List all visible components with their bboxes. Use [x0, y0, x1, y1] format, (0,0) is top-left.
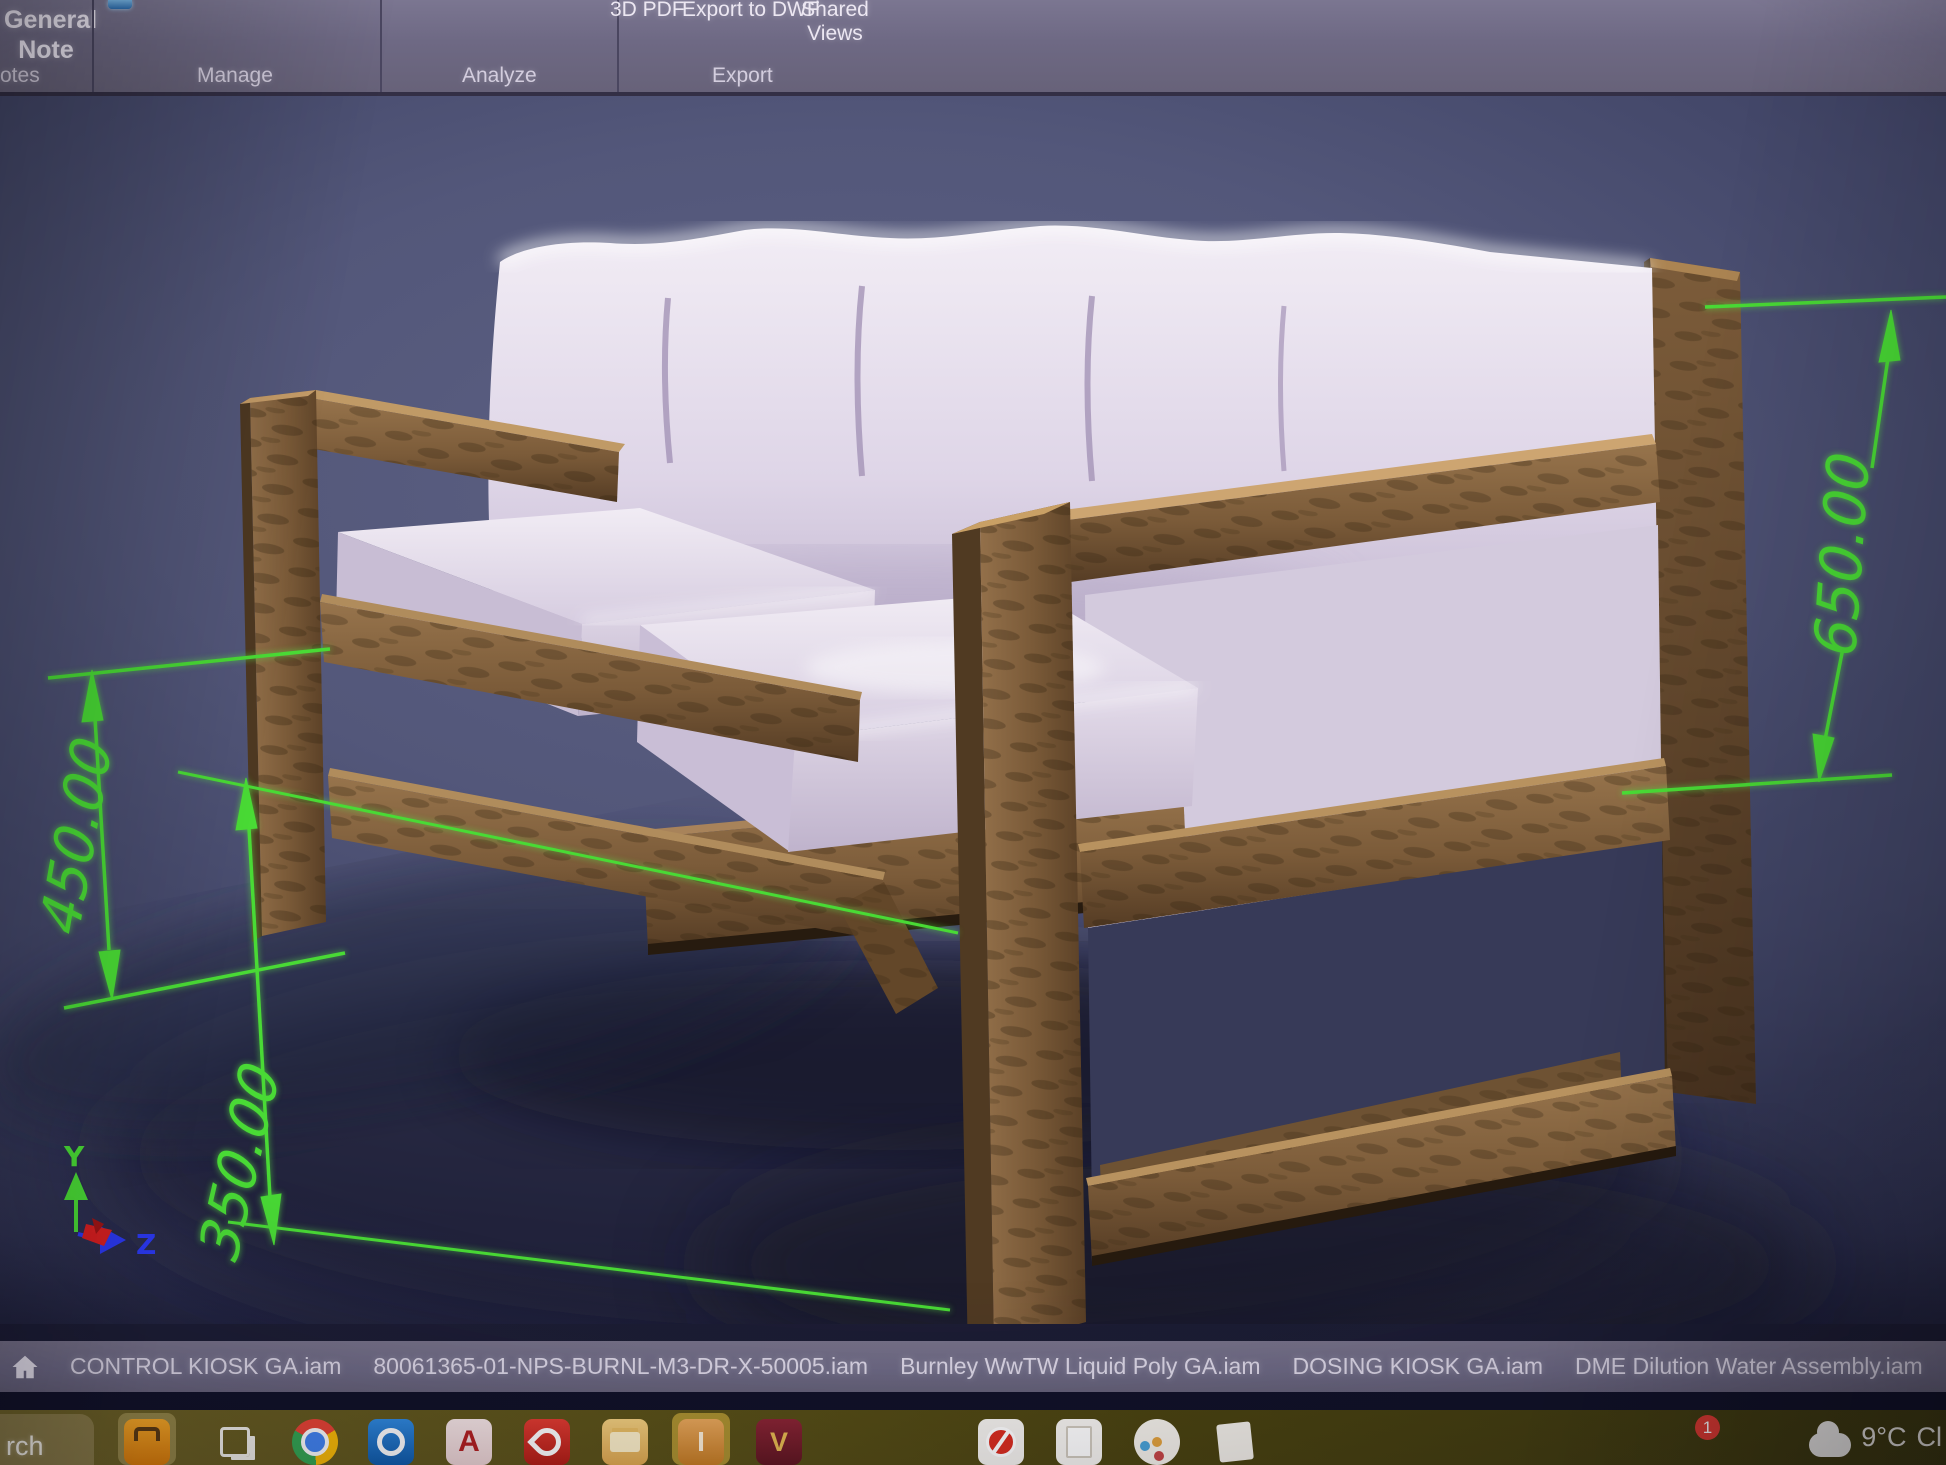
clipped-ribbon-icon[interactable] [108, 0, 132, 9]
outlook-icon[interactable] [368, 1419, 414, 1465]
document-tab-bar: CONTROL KIOSK GA.iam 80061365-01-NPS-BUR… [0, 1341, 1946, 1392]
doc-tab-dosing-kiosk[interactable]: DOSING KIOSK GA.iam [1277, 1353, 1560, 1380]
search-input[interactable]: rch [0, 1414, 94, 1465]
panel-label-analyze[interactable]: Analyze [462, 64, 537, 88]
autocad-letter: A [458, 1425, 480, 1459]
notification-badge: 1 [1695, 1415, 1720, 1440]
axis-z-label: Z [136, 1228, 156, 1261]
inventor-icon[interactable]: I [678, 1419, 724, 1465]
weather-condition: Cl [1917, 1422, 1943, 1453]
notes-sheet-icon[interactable] [1212, 1419, 1258, 1465]
briefcase-icon[interactable] [124, 1419, 170, 1465]
task-view-icon[interactable] [212, 1419, 258, 1465]
home-icon[interactable] [10, 1352, 40, 1382]
panel-label-export[interactable]: Export [712, 64, 773, 88]
shared-views-button[interactable]: Shared Views [800, 0, 870, 46]
axis-y-arrow [64, 1172, 88, 1200]
panel-label-notes: otes [0, 64, 40, 88]
cloud-icon [1809, 1433, 1851, 1457]
chrome-icon[interactable] [292, 1419, 338, 1465]
document-icon[interactable] [1056, 1419, 1102, 1465]
desktop-gap [0, 1392, 1946, 1410]
acrobat-icon[interactable] [524, 1419, 570, 1465]
dimension-650-text: 650.00 [1801, 448, 1883, 660]
paint-palette-icon[interactable] [1134, 1419, 1180, 1465]
ribbon: General Note otes Manage Analyze 3D PDF … [0, 0, 1946, 96]
weather-widget[interactable]: 9°C Cl [1809, 1410, 1942, 1465]
general-note-button[interactable]: General Note [4, 6, 88, 65]
autocad-icon[interactable]: A [446, 1419, 492, 1465]
axis-y-label: Y [63, 1140, 85, 1173]
dimension-450-text: 450.00 [29, 730, 126, 941]
search-text: rch [6, 1431, 44, 1462]
3d-pdf-button[interactable]: 3D PDF [610, 0, 685, 22]
inventor-app-window: 450.00 350.00 650.00 [0, 0, 1946, 1465]
vault-icon[interactable]: V [756, 1419, 802, 1465]
doc-tab-80061365[interactable]: 80061365-01-NPS-BURNL-M3-DR-X-50005.iam [357, 1353, 884, 1380]
viewport-bottom-edge [0, 1324, 1946, 1341]
doc-tab-control-kiosk[interactable]: CONTROL KIOSK GA.iam [54, 1353, 357, 1380]
weather-temp: 9°C [1861, 1422, 1906, 1453]
panel-separator [380, 0, 382, 92]
doc-tab-dme-dilution[interactable]: DME Dilution Water Assembly.iam [1559, 1353, 1939, 1380]
panel-separator [92, 0, 94, 92]
inventor-letter: I [697, 1426, 705, 1458]
doc-tab-burnley[interactable]: Burnley WwTW Liquid Poly GA.iam [884, 1353, 1276, 1380]
panel-label-manage[interactable]: Manage [197, 64, 273, 88]
file-explorer-icon[interactable] [602, 1419, 648, 1465]
revu-icon[interactable] [978, 1419, 1024, 1465]
taskbar: rch A I V [0, 1410, 1946, 1465]
vault-letter: V [770, 1427, 788, 1458]
3d-viewport[interactable]: 450.00 350.00 650.00 [0, 0, 1946, 1465]
